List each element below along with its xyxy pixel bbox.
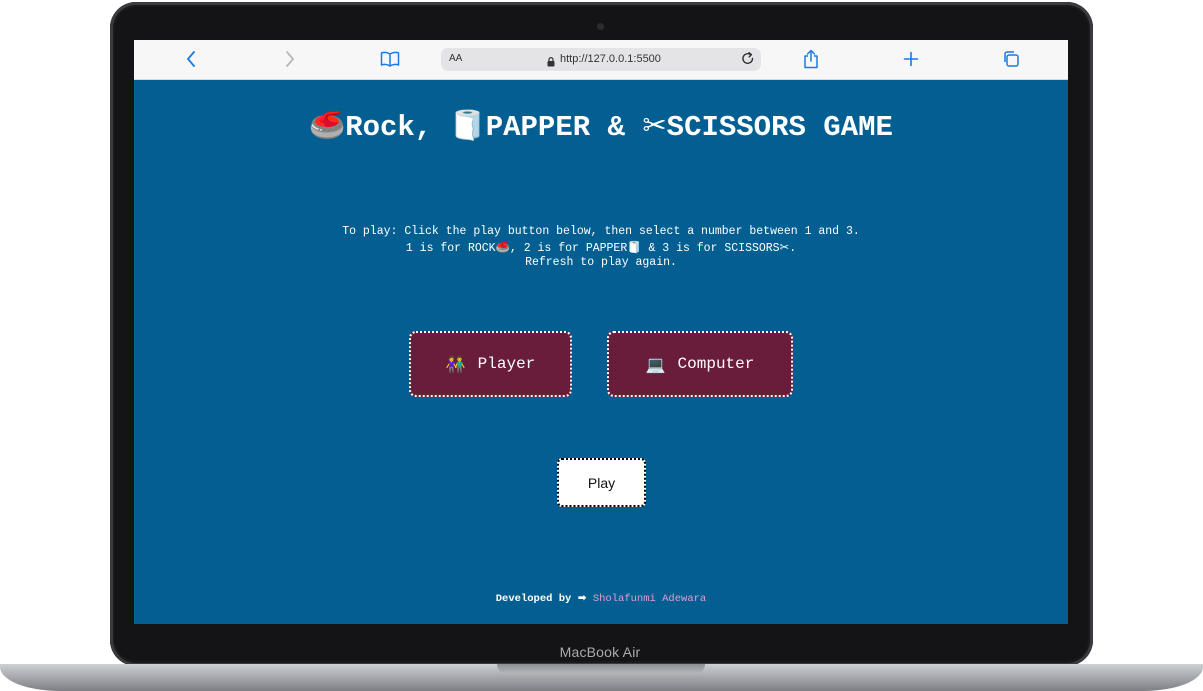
camera [597,23,604,30]
right-arrow-icon: ➡ [577,592,587,604]
title-scissors: SCISSORS GAME [666,111,893,144]
player-button-label: Player [477,355,536,373]
player-button[interactable]: 👫 Player [409,331,572,397]
author-link[interactable]: Sholafunmi Adewara [593,593,706,605]
instructions-scissors-text: & 3 is for SCISSORS [641,241,780,255]
back-icon[interactable] [180,48,202,70]
url-text: http://127.0.0.1:5500 [560,53,661,65]
instructions-paper-text: , 2 is for PAPPER [509,241,628,255]
footer: Developed by ➡ Sholafunmi Adewara [134,592,1068,605]
page-title: 🥌Rock, 🧻PAPPER & ✂SCISSORS GAME [134,108,1068,144]
browser-toolbar: AA http://127.0.0.1:5500 [134,40,1068,80]
instructions-line-2: 1 is for ROCK🥌, 2 is for PAPPER🧻 & 3 is … [134,240,1068,257]
lock-icon [547,54,555,72]
address-bar[interactable]: AA http://127.0.0.1:5500 [441,48,761,71]
bookmarks-icon[interactable] [379,48,401,70]
computer-button-label: Computer [677,355,755,373]
instructions-period: . [789,241,797,255]
title-rock: Rock, [345,111,433,144]
curling-stone-icon: 🥌 [495,239,510,254]
device-label: MacBook Air [559,644,641,660]
instructions-line-1: To play: Click the play button below, th… [342,225,860,238]
couple-icon: 👫 [445,354,466,374]
toilet-paper-icon: 🧻 [449,108,486,142]
title-paper: PAPPER & [485,111,625,144]
instructions-line-3: Refresh to play again. [525,256,677,269]
toilet-paper-icon: 🧻 [627,239,642,254]
scissors-icon: ✂ [779,239,790,254]
browser-window: AA http://127.0.0.1:5500 🥌Rock, 🧻PAPPER … [134,40,1068,624]
reload-icon[interactable] [739,50,757,73]
curling-stone-icon: 🥌 [309,108,346,142]
new-tab-icon[interactable] [900,48,922,70]
instructions-rock-text: 1 is for ROCK [405,241,496,255]
laptop-icon: 💻 [645,354,666,374]
play-button[interactable]: Play [557,458,646,507]
laptop-notch [497,664,705,674]
forward-icon[interactable] [279,48,301,70]
footer-prefix: Developed by [495,593,572,605]
tabs-overview-icon[interactable] [1000,48,1022,70]
reader-mode-button[interactable]: AA [449,53,462,64]
scissors-icon: ✂ [642,108,667,142]
computer-button[interactable]: 💻 Computer [607,331,793,397]
instructions: To play: Click the play button below, th… [134,225,1068,271]
share-icon[interactable] [800,48,822,70]
